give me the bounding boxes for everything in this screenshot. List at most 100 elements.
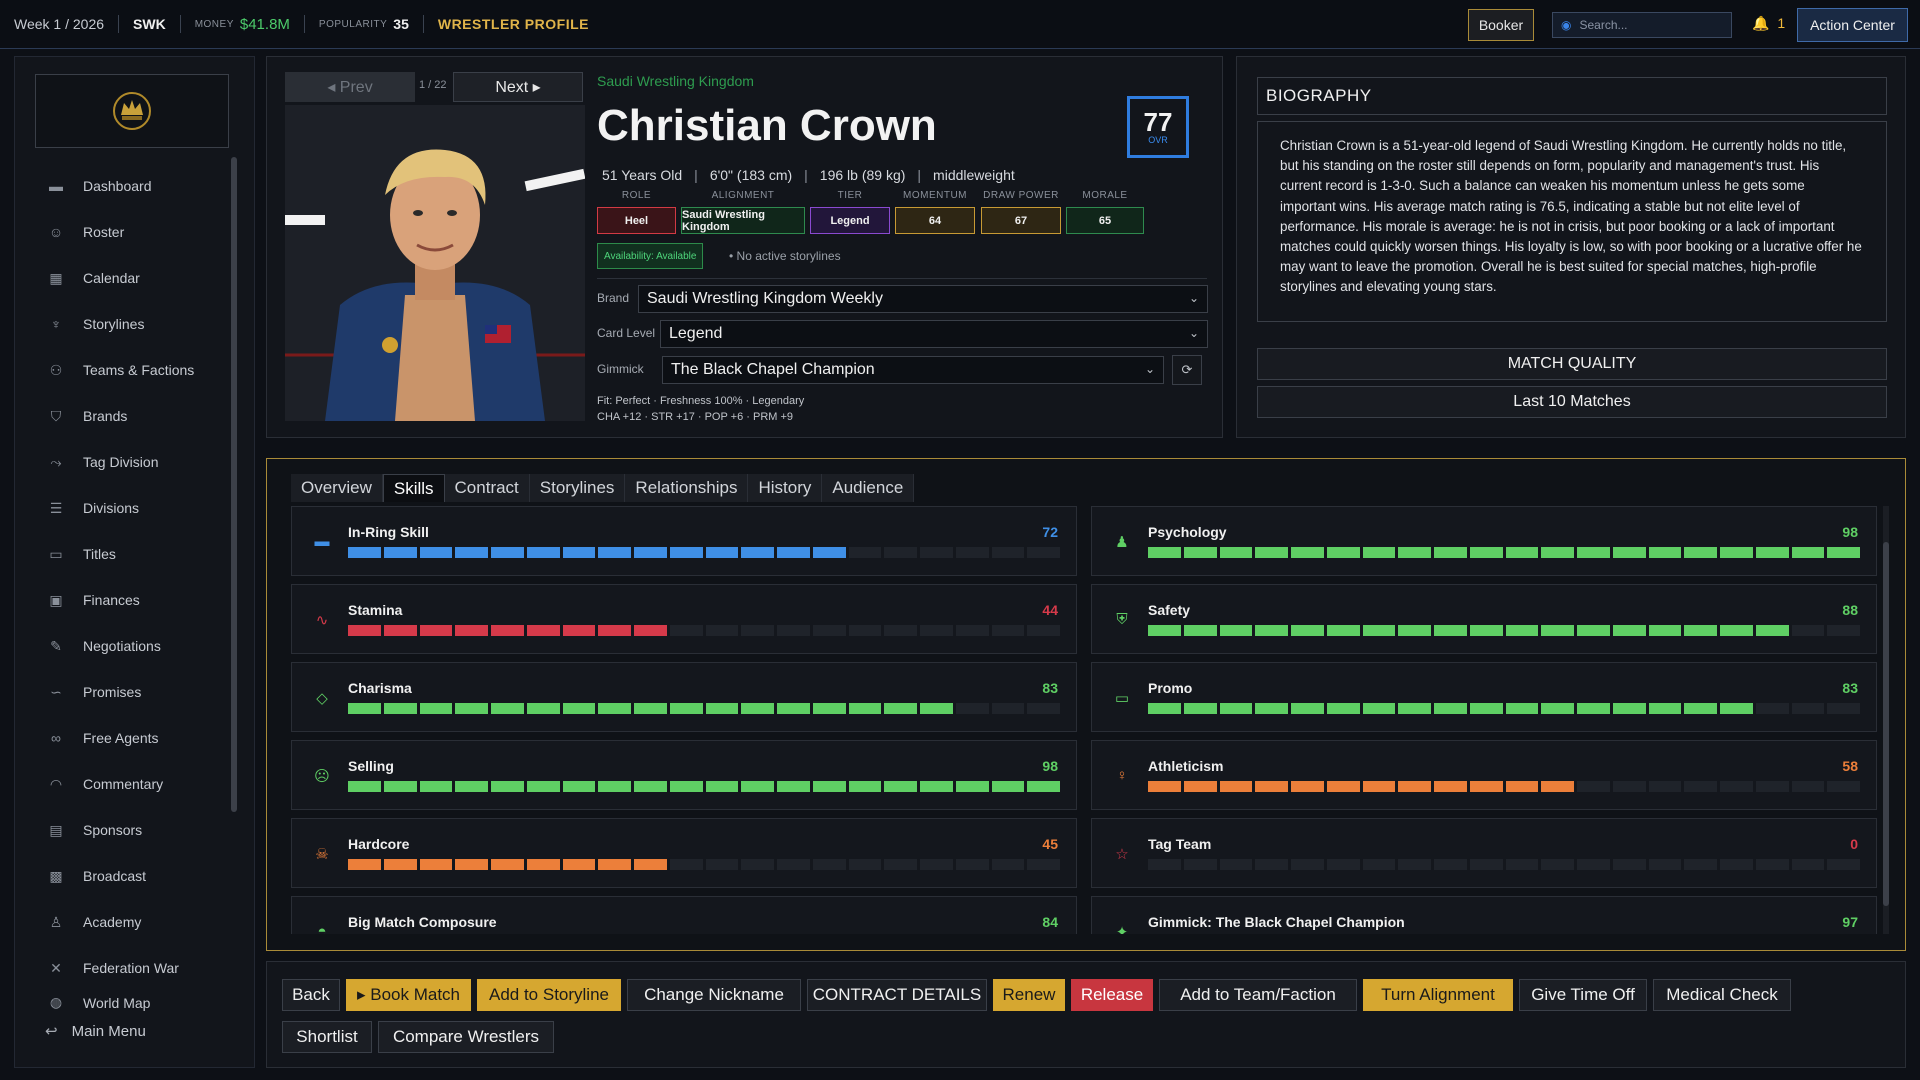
brand-label: Brand (597, 291, 630, 305)
skill-bar-segment (348, 859, 381, 870)
safety-icon: ⛨ (1116, 611, 1128, 628)
sidebar-item-finances[interactable]: ▣ Finances (15, 577, 235, 623)
medical-check-button[interactable]: Medical Check (1653, 979, 1791, 1011)
skill-bar-segment (1577, 625, 1610, 636)
sidebar-item-label: Roster (83, 224, 125, 240)
booker-button[interactable]: Booker (1468, 9, 1534, 41)
back-button[interactable]: Back (282, 979, 340, 1011)
add-to-team-faction-button[interactable]: Add to Team/Faction (1159, 979, 1357, 1011)
gimmick-icon: ✦ (1115, 924, 1129, 934)
skill-bar-segment (562, 859, 596, 870)
skill-bar-segment (884, 703, 917, 714)
biography-text: Christian Crown is a 51-year-old legend … (1257, 121, 1887, 322)
prev-button[interactable]: ◂ Prev (285, 72, 415, 102)
sidebar-item-label: Calendar (83, 270, 140, 286)
sidebar-item-brands[interactable]: ⛉ Brands (15, 393, 235, 439)
skill-name: In-Ring Skill (348, 524, 429, 540)
fit-line: Fit: Perfect · Freshness 100% · Legendar… (597, 395, 805, 407)
skill-value: 98 (1042, 758, 1058, 774)
change-nickname-button[interactable]: Change Nickname (627, 979, 801, 1011)
tab-skills[interactable]: Skills (382, 474, 445, 502)
action-center-button[interactable]: Action Center (1797, 8, 1908, 42)
shortlist-button[interactable]: Shortlist (282, 1021, 372, 1053)
sidebar-item-teams-factions[interactable]: ⚇ Teams & Factions (15, 347, 235, 393)
skill-bar-segment (1684, 625, 1717, 636)
skill-card-athleticism: ♀ Athleticism 58 (1091, 740, 1877, 810)
screen-title: WRESTLER PROFILE (437, 16, 589, 32)
scrollbar-thumb[interactable] (1883, 542, 1889, 906)
skill-bar-segment (1791, 781, 1825, 792)
action-bar: Back ▸ Book Match Add to Storyline Change N… (266, 961, 1906, 1068)
tab-history[interactable]: History (748, 474, 823, 502)
skill-bar-segment (1027, 625, 1060, 636)
notification-count: 1 (1777, 15, 1786, 31)
gimmick-label: Gimmick (597, 362, 644, 376)
renew-button[interactable]: Renew (993, 979, 1065, 1011)
money-display: MONEY $41.8M (181, 0, 304, 49)
skill-bar-segment (991, 625, 1025, 636)
sidebar-item-promises[interactable]: ∽ Promises (15, 669, 235, 715)
contract-details-button[interactable]: CONTRACT DETAILS (807, 979, 987, 1011)
brand-select[interactable]: Saudi Wrestling Kingdom Weekly ⌄ (638, 285, 1208, 313)
federation-logo[interactable] (35, 74, 229, 148)
tab-storylines[interactable]: Storylines (530, 474, 626, 502)
sidebar-item-label: Commentary (83, 776, 164, 792)
sidebar-item-sponsors[interactable]: ▤ Sponsors (15, 807, 235, 853)
compare-wrestlers-button[interactable]: Compare Wrestlers (378, 1021, 554, 1053)
refresh-gimmick-button[interactable]: ⟳ (1172, 355, 1202, 385)
search-input[interactable]: ◉ Search... (1552, 12, 1732, 38)
sidebar-scrollbar[interactable] (231, 157, 237, 812)
skill-bar-segment (1148, 703, 1181, 714)
skill-bar-segment (1755, 547, 1789, 558)
add-to-storyline-button[interactable]: Add to Storyline (477, 979, 621, 1011)
skill-bar-segment (1027, 781, 1060, 792)
sidebar-item-tag-division[interactable]: ⤳ Tag Division (15, 439, 235, 485)
tab-overview[interactable]: Overview (291, 474, 383, 502)
main-menu-button[interactable]: ↩ Main Menu (45, 1022, 146, 1041)
chevron-down-icon: ⌄ (1144, 362, 1155, 376)
sidebar-item-world-map[interactable]: ◍ World Map (15, 991, 235, 1011)
sidebar-item-broadcast[interactable]: ▩ Broadcast (15, 853, 235, 899)
skills-scrollbar[interactable] (1883, 506, 1889, 934)
storylines-icon: ♆ (50, 316, 62, 332)
sidebar-item-academy[interactable]: ♙ Academy (15, 899, 235, 945)
skill-bar-segment (669, 547, 703, 558)
skill-name: Tag Team (1148, 836, 1212, 852)
last-matches-button[interactable]: Last 10 Matches (1257, 386, 1887, 418)
give-time-off-button[interactable]: Give Time Off (1519, 979, 1647, 1011)
card-level-select[interactable]: Legend ⌄ (660, 320, 1208, 348)
sidebar-item-calendar[interactable]: ▦ Calendar (15, 255, 235, 301)
sidebar-item-divisions[interactable]: ☰ Divisions (15, 485, 235, 531)
notifications-button[interactable]: 🔔 1 (1752, 15, 1785, 32)
federation-link[interactable]: Saudi Wrestling Kingdom (597, 73, 754, 89)
sidebar-item-storylines[interactable]: ♆ Storylines (15, 301, 235, 347)
gimmick-select[interactable]: The Black Chapel Champion ⌄ (662, 356, 1164, 384)
skill-name: Selling (348, 758, 394, 774)
sidebar-item-roster[interactable]: ☺ Roster (15, 209, 235, 255)
skill-name: Safety (1148, 602, 1191, 618)
sidebar-item-commentary[interactable]: ◠ Commentary (15, 761, 235, 807)
sidebar-item-label: Dashboard (83, 178, 152, 194)
tab-audience[interactable]: Audience (822, 474, 915, 502)
skill-bar-segment (955, 703, 989, 714)
skill-bar-segment (920, 703, 953, 714)
book-match-button[interactable]: ▸ Book Match (346, 979, 471, 1011)
search-icon: ◉ (1561, 18, 1572, 32)
sidebar-item-titles[interactable]: ▭ Titles (15, 531, 235, 577)
tab-relationships[interactable]: Relationships (625, 474, 749, 502)
crown-logo-icon (113, 92, 151, 130)
physical-info: 51 Years Old | 6'0" (183 cm) | 196 lb (89 … (602, 167, 1015, 183)
tab-contract[interactable]: Contract (445, 474, 530, 502)
skill-value: 0 (1850, 836, 1858, 852)
stat-label-role: ROLE (621, 190, 652, 201)
sidebar-item-free-agents[interactable]: ∞ Free Agents (15, 715, 235, 761)
skill-bar-segment (1027, 547, 1060, 558)
sidebar-item-negotiations[interactable]: ✎ Negotiations (15, 623, 235, 669)
sidebar-nav: ▬ Dashboard ☺ Roster ▦ Calendar ♆ Storylines ⚇ Te… (15, 163, 235, 1011)
match-quality-button[interactable]: MATCH QUALITY (1257, 348, 1887, 380)
sidebar-item-federation-war[interactable]: ✕ Federation War (15, 945, 235, 991)
sidebar-item-dashboard[interactable]: ▬ Dashboard (15, 163, 235, 209)
release-button[interactable]: Release (1071, 979, 1153, 1011)
turn-alignment-button[interactable]: Turn Alignment (1363, 979, 1513, 1011)
next-button[interactable]: Next ▸ (453, 72, 583, 102)
